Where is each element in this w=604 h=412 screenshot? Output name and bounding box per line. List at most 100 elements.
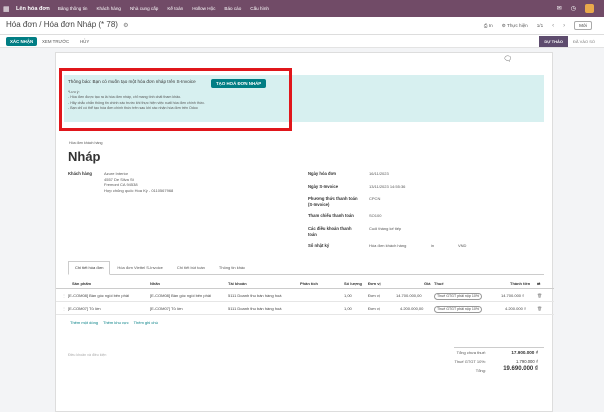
row-quantity[interactable]: 1,00	[344, 303, 352, 315]
column-settings-icon[interactable]: ⇄	[537, 279, 540, 289]
menu-hollow[interactable]: Hollow Hộc	[192, 6, 215, 11]
col-product[interactable]: Sản phẩm	[72, 279, 91, 289]
gear-icon[interactable]: ⚙	[123, 23, 128, 29]
col-label[interactable]: Nhãn	[150, 279, 160, 289]
col-uom[interactable]: Đơn vị	[368, 279, 381, 289]
col-quantity[interactable]: Số lượng	[344, 279, 362, 289]
untaxed-label: Tổng chưa thuế:	[456, 350, 486, 355]
tax-label: Thuế GTGT 10%:	[454, 359, 487, 364]
payment-ref-label: Tham chiếu thanh toán	[308, 213, 354, 218]
row-product[interactable]: [E-COM07] Tủ lớn	[68, 303, 101, 315]
sinvoice-date-field[interactable]: 13/11/2023 14:55:36	[369, 184, 405, 190]
chevron-right-icon[interactable]: ›	[563, 23, 565, 29]
document-type-label: Hóa đơn khách hàng	[69, 141, 103, 145]
row-price[interactable]: 14.700.000,00	[396, 290, 422, 302]
payment-terms-label: Các điều khoản thanh toán	[308, 226, 352, 237]
trash-icon[interactable]: 🗑	[537, 290, 542, 302]
tab-invoice-lines[interactable]: Chi tiết hóa đơn	[68, 261, 111, 275]
breadcrumb-parent[interactable]: Hóa đơn	[6, 20, 37, 29]
tax-tag: Thuế GTGT phải nộp 10%	[434, 293, 483, 300]
trash-icon[interactable]: 🗑	[537, 303, 542, 315]
col-tax[interactable]: Thuế	[434, 279, 444, 289]
journal-in-text: in	[431, 243, 435, 248]
invoice-date-label: Ngày hóa đơn	[308, 171, 337, 176]
row-uom[interactable]: Đơn vị	[368, 303, 380, 315]
printer-icon: ⎙	[483, 23, 488, 28]
print-button[interactable]: ⎙ In	[484, 23, 493, 28]
menu-vendors[interactable]: Nhà cung cấp	[130, 6, 158, 11]
row-product[interactable]: [E-COM08] Bàn góc ngồi bên phải	[68, 290, 129, 302]
payment-terms-field[interactable]: Cuối tháng kế tiếp	[369, 226, 401, 232]
preview-button[interactable]: XEM TRƯỚC	[42, 37, 69, 46]
customer-field[interactable]: Azure Interior 4557 De Silva St Fremont …	[104, 171, 173, 193]
row-uom[interactable]: Đơn vị	[368, 290, 380, 302]
currency-field[interactable]: VND	[458, 243, 466, 249]
row-tax[interactable]: Thuế GTGT phải nộp 10%	[434, 303, 483, 315]
breadcrumb-separator: /	[39, 20, 42, 29]
col-subtotal[interactable]: Thành tiền	[510, 279, 530, 289]
row-label[interactable]: [E-COM08] Bàn góc ngồi bên phải	[150, 290, 211, 302]
totals-divider	[454, 347, 544, 348]
topbar-right: ✉ ◷	[557, 4, 594, 13]
print-label: In	[488, 23, 493, 28]
menu-config[interactable]: Cấu hình	[250, 6, 269, 11]
menu-customers[interactable]: Khách hàng	[96, 6, 121, 11]
drag-handle-icon[interactable]: ⋮	[62, 303, 66, 315]
tab-other-info[interactable]: Thông tin khác	[212, 261, 252, 274]
row-price[interactable]: 4.200.000,00	[400, 303, 423, 315]
app-title[interactable]: Lên hóa đơn	[16, 6, 50, 12]
notebook-tabs: Chi tiết hóa đơn Hóa đơn Viettel S-Invoi…	[68, 261, 544, 275]
tab-journal-items[interactable]: Chi tiết bút toán	[170, 261, 212, 274]
drag-handle-icon[interactable]: ⋮	[62, 290, 66, 302]
untaxed-value: 17.900.000 ₫	[511, 350, 538, 355]
table-row[interactable]: ⋮ [E-COM08] Bàn góc ngồi bên phải [E-COM…	[56, 290, 554, 302]
terms-conditions-input[interactable]: Điều khoản và điều kiện	[68, 353, 106, 357]
stage-posted[interactable]: ĐÃ VÀO SỔ	[568, 36, 600, 47]
confirm-button[interactable]: XÁC NHẬN	[6, 37, 38, 46]
menu-reports[interactable]: Báo cáo	[224, 6, 241, 11]
row-tax[interactable]: Thuế GTGT phải nộp 10%	[434, 290, 483, 302]
avatar[interactable]	[585, 4, 594, 13]
row-quantity[interactable]: 1,00	[344, 290, 352, 302]
add-line-link[interactable]: Thêm một dòng	[70, 320, 98, 325]
pager-value[interactable]: 1/1	[537, 23, 543, 28]
col-price[interactable]: Giá	[424, 279, 430, 289]
action-button[interactable]: ⚙ Thực hiện	[502, 23, 528, 29]
control-panel: Hóa đơn / Hóa đơn Nháp (* 78) ⚙ ⎙ In ⚙ T…	[0, 17, 604, 35]
customer-label: Khách hàng	[68, 171, 92, 176]
row-account[interactable]: 5111 Doanh thu bán hàng hoá	[228, 290, 281, 302]
status-bar: DỰ THẢO ĐÃ VÀO SỔ	[539, 36, 600, 47]
stage-draft[interactable]: DỰ THẢO	[539, 36, 568, 47]
new-button[interactable]: Mới	[574, 21, 592, 30]
menu-accounting[interactable]: Kế toán	[167, 6, 183, 11]
action-label: Thực hiện	[507, 22, 528, 28]
invoice-date-field[interactable]: 16/11/2023	[369, 171, 389, 177]
payment-method-field[interactable]: CPCN	[369, 196, 380, 202]
row-account[interactable]: 5111 Doanh thu bán hàng hoá	[228, 303, 281, 315]
highlight-box	[59, 68, 292, 131]
row-label[interactable]: [E-COM07] Tủ lớn	[150, 303, 183, 315]
invoice-lines-header: Sản phẩm Nhãn Tài khoản Phân tích Số lượ…	[56, 279, 554, 289]
chat-bubble-icon[interactable]: 🗨	[503, 55, 512, 63]
customer-line: Hợp chủng quốc Hoa Kỳ - 0110567968	[104, 187, 174, 193]
menu-dashboard[interactable]: Bảng thông tin	[58, 6, 88, 11]
total-value: 19.690.000 ₫	[503, 366, 538, 372]
clock-icon[interactable]: ◷	[571, 5, 576, 12]
payment-method-label: Phương thức thanh toán (S-Invoice)	[308, 196, 358, 207]
sinvoice-date-label: Ngày S-Invoice	[308, 184, 339, 189]
col-account[interactable]: Tài khoản	[228, 279, 247, 289]
tab-viettel-sinvoice[interactable]: Hóa đơn Viettel S-Invoice	[110, 261, 169, 274]
cancel-button[interactable]: HỦY	[80, 37, 89, 46]
journal-label: Sổ nhật ký	[308, 243, 330, 248]
chat-icon[interactable]: ✉	[557, 5, 562, 12]
row-subtotal: 4.200.000 ₫	[505, 306, 526, 311]
add-note-link[interactable]: Thêm ghi chú	[134, 320, 158, 325]
journal-field[interactable]: Hóa đơn khách hàng	[369, 243, 406, 249]
chevron-left-icon[interactable]: ‹	[552, 23, 554, 29]
col-analytic[interactable]: Phân tích	[300, 279, 318, 289]
add-section-link[interactable]: Thêm khu vực	[103, 320, 129, 325]
table-row[interactable]: ⋮ [E-COM07] Tủ lớn [E-COM07] Tủ lớn 5111…	[56, 303, 554, 315]
apps-grid-icon[interactable]: ▦	[3, 5, 13, 13]
payment-ref-field[interactable]: SO100	[369, 213, 381, 219]
breadcrumb: Hóa đơn / Hóa đơn Nháp (* 78) ⚙	[6, 20, 129, 29]
